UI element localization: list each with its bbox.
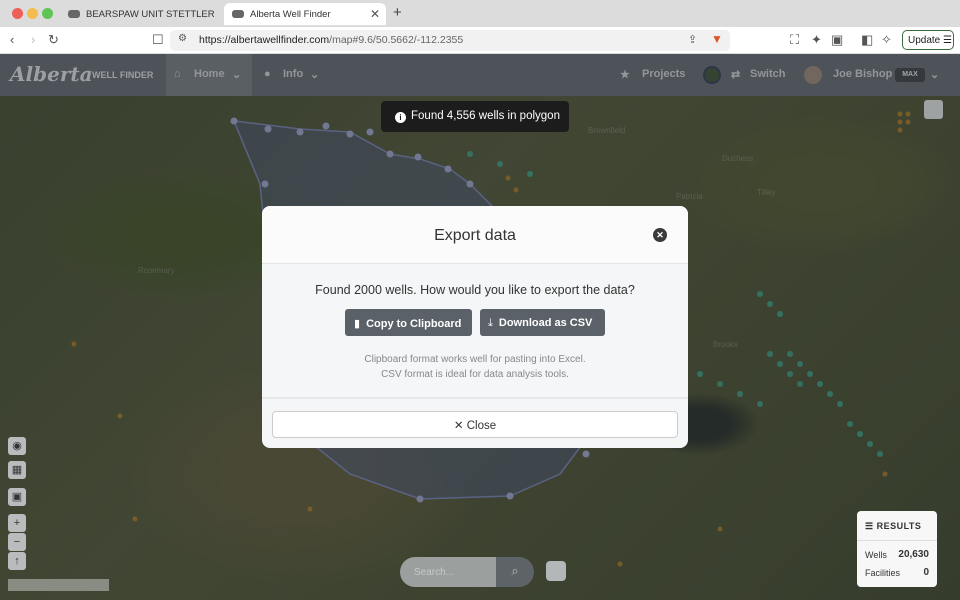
brave-shield-icon[interactable]: ▼ [711, 32, 723, 46]
minimize-window-button[interactable] [27, 8, 38, 19]
toast-text: Found 4,556 wells in polygon [411, 110, 560, 122]
tab-label: BEARSPAW UNIT STETTLER 1-28- [86, 8, 218, 20]
map-settings-button[interactable] [924, 100, 943, 119]
close-icon[interactable]: ✕ [653, 228, 667, 242]
url-text: https://albertawellfinder.com/map#9.6/50… [199, 34, 464, 46]
divider [857, 540, 937, 541]
site-settings-icon[interactable]: ⚙ [178, 33, 187, 44]
close-button[interactable]: ✕ Close [272, 411, 678, 438]
compass-button[interactable]: ↑ [8, 552, 26, 570]
tab-label: Alberta Well Finder [250, 8, 331, 20]
sidebar-icon[interactable]: ◧ [861, 32, 873, 48]
extensions-icon[interactable]: ✦ [811, 32, 822, 48]
browser-tab-bearspaw[interactable]: BEARSPAW UNIT STETTLER 1-28- [62, 3, 218, 25]
close-window-button[interactable] [12, 8, 23, 19]
export-modal: Export data ✕ Found 2000 wells. How woul… [262, 206, 688, 448]
search-icon: ⌕ [511, 563, 519, 578]
zoom-out-button[interactable]: − [8, 533, 26, 551]
close-tab-icon[interactable]: ✕ [370, 7, 380, 21]
search-input[interactable]: Search... [400, 557, 496, 587]
share-icon[interactable]: ⇪ [688, 33, 697, 46]
app-navbar: Alberta WELL FINDER ⌂ Home ⌄ ● Info ⌄ ★ … [0, 54, 960, 96]
maximize-window-button[interactable] [42, 8, 53, 19]
results-title: ☰ RESULTS [865, 521, 922, 531]
locate-button[interactable] [546, 561, 566, 581]
well-favicon-icon [68, 10, 80, 18]
forward-icon[interactable]: › [31, 32, 35, 47]
clipboard-icon: ▮ [354, 318, 361, 330]
well-favicon-icon [232, 10, 244, 18]
address-bar[interactable]: ⚙ https://albertawellfinder.com/map#9.6/… [170, 30, 730, 51]
zoom-in-button[interactable]: + [8, 514, 26, 532]
divider [262, 397, 688, 399]
layers-control[interactable]: ◉ [8, 437, 26, 455]
modal-header: Export data ✕ [262, 206, 688, 264]
new-tab-button[interactable]: + [393, 4, 402, 21]
wells-found-toast: i Found 4,556 wells in polygon [381, 101, 569, 132]
copy-to-clipboard-button[interactable]: ▮ Copy to Clipboard [345, 309, 472, 336]
reload-icon[interactable]: ↻ [48, 32, 59, 48]
bookmark-icon[interactable]: ☐ [152, 32, 164, 48]
wells-label: Wells [865, 550, 887, 560]
modal-title: Export data [434, 227, 516, 244]
facilities-count: 0 [923, 567, 929, 578]
download-icon: ⤓ [488, 317, 493, 329]
wallet-icon[interactable]: ▣ [831, 32, 843, 48]
search-button[interactable]: ⌕ [496, 557, 534, 587]
leo-ai-icon[interactable]: ✧ [881, 32, 892, 48]
update-button[interactable]: Update ☰ [902, 30, 954, 50]
navbar-overlay [0, 54, 960, 96]
polygon-draw-control[interactable]: ▣ [8, 488, 26, 506]
browser-tab-bar: BEARSPAW UNIT STETTLER 1-28- Alberta Wel… [0, 0, 960, 27]
info-icon: i [395, 112, 406, 123]
scale-bar [8, 579, 109, 591]
browser-tab-alberta-well-finder[interactable]: Alberta Well Finder ✕ [224, 3, 386, 25]
grid-control[interactable]: ▦ [8, 461, 26, 479]
download-csv-button[interactable]: ⤓ Download as CSV [480, 309, 605, 336]
facilities-label: Facilities [865, 568, 901, 578]
results-panel: ☰ RESULTS Wells 20,630 Facilities 0 [857, 511, 937, 587]
list-icon: ☰ [865, 521, 877, 531]
back-icon[interactable]: ‹ [10, 32, 14, 47]
screenshot-icon[interactable]: ⛶ [790, 32, 799, 48]
clipboard-hint: Clipboard format works well for pasting … [364, 354, 586, 365]
csv-hint: CSV format is ideal for data analysis to… [381, 369, 569, 380]
modal-message: Found 2000 wells. How would you like to … [315, 283, 635, 297]
wells-count: 20,630 [898, 549, 929, 560]
browser-toolbar: ‹ › ↻ ☐ ⚙ https://albertawellfinder.com/… [0, 27, 960, 54]
x-icon: ✕ [453, 420, 467, 432]
app-viewport: Brownfield Duchess Patricia Tilley Brooks Ros… [0, 54, 960, 600]
